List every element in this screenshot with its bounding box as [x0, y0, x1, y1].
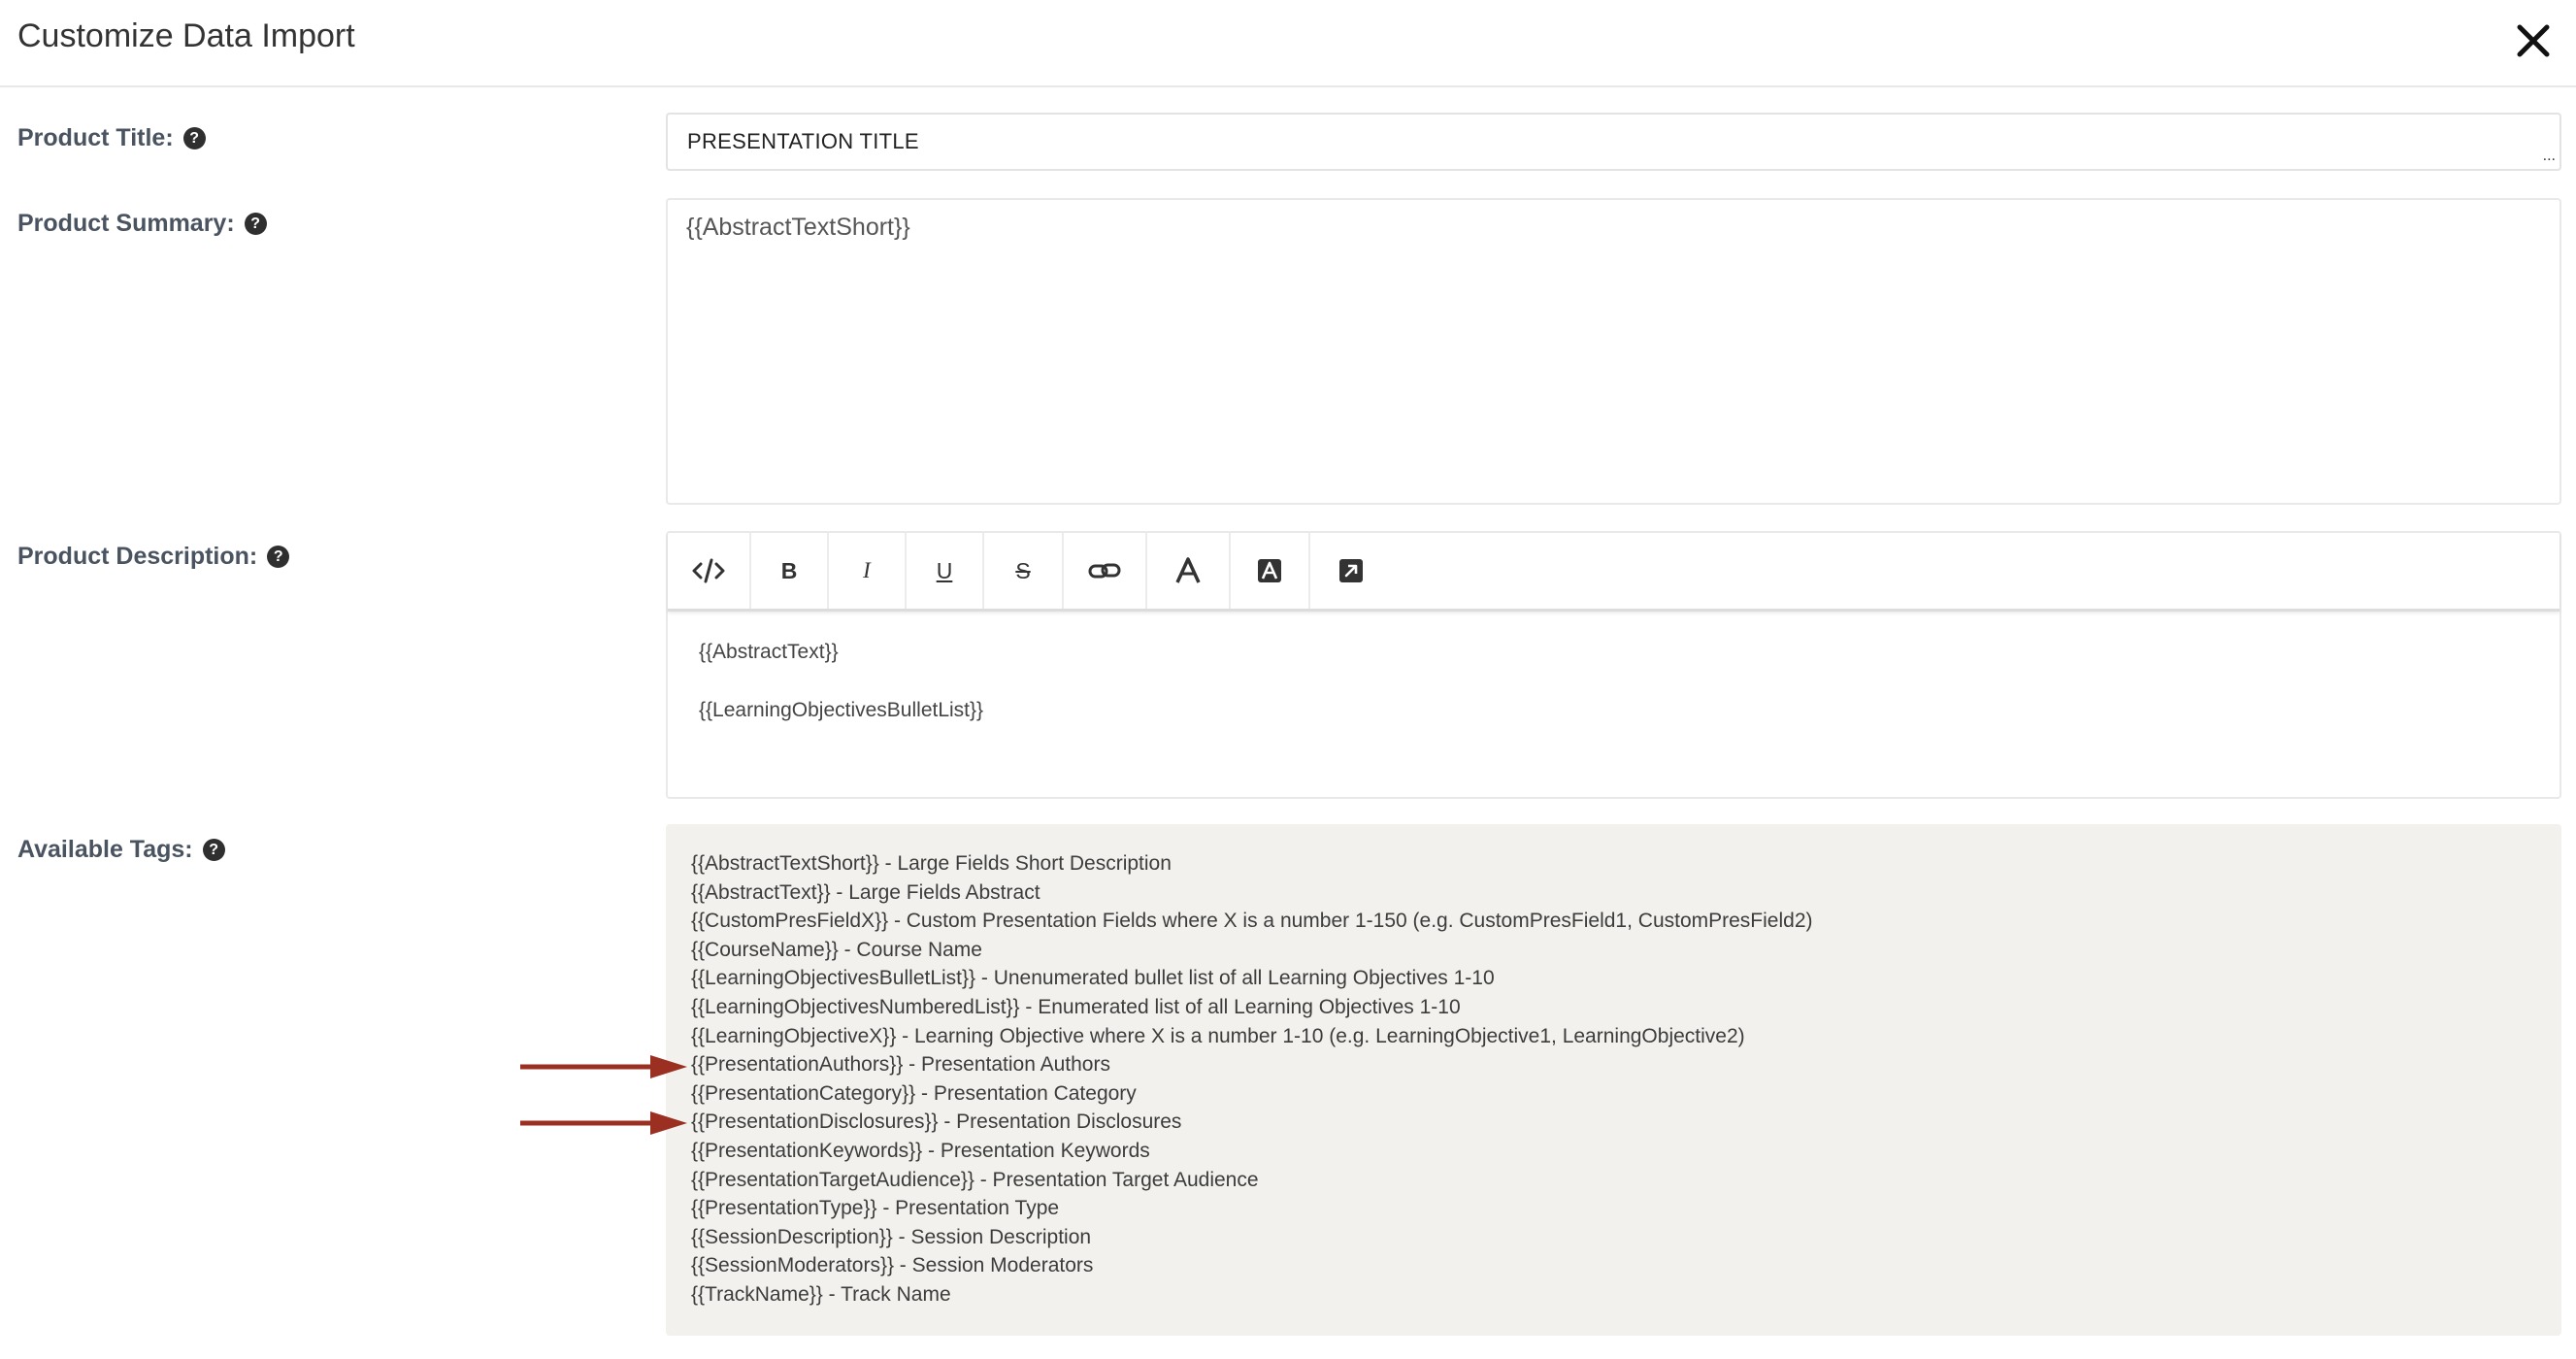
expand-button[interactable] — [1310, 533, 1392, 609]
font-color-button[interactable] — [1147, 533, 1231, 609]
underline-button[interactable]: U — [907, 533, 984, 609]
close-button[interactable] — [2514, 21, 2553, 60]
product-title-input[interactable]: PRESENTATION TITLE ... — [666, 113, 2561, 171]
editor-toolbar: B I U S — [668, 533, 2559, 612]
strikethrough-button[interactable]: S — [984, 533, 1064, 609]
background-color-icon — [1258, 559, 1281, 582]
product-summary-value: {{AbstractTextShort}} — [686, 214, 910, 241]
product-title-label: Product Title: ? — [17, 124, 206, 152]
annotation-arrow-authors — [520, 1055, 687, 1078]
tag-item: {{SessionDescription}} - Session Descrip… — [691, 1225, 1092, 1248]
tag-item: {{PresentationDisclosures}} - Presentati… — [691, 1110, 1182, 1134]
tag-item: {{LearningObjectivesBulletList}} - Unenu… — [691, 967, 1495, 990]
product-description-label-text: Product Description: — [17, 543, 258, 570]
underline-icon: U — [936, 557, 953, 583]
product-summary-textarea[interactable]: {{AbstractTextShort}} — [666, 198, 2561, 505]
dialog-title: Customize Data Import — [17, 17, 355, 54]
strikethrough-icon: S — [1015, 557, 1031, 583]
editor-line: {{LearningObjectivesBulletList}} — [699, 699, 984, 721]
close-icon — [2517, 24, 2550, 57]
tag-item: {{PresentationType}} - Presentation Type — [691, 1197, 1060, 1220]
tag-item: {{PresentationTargetAudience}} - Present… — [691, 1168, 1259, 1191]
link-button[interactable] — [1064, 533, 1147, 609]
tag-item: {{LearningObjectiveX}} - Learning Object… — [691, 1024, 1745, 1047]
font-color-icon — [1175, 557, 1201, 583]
italic-button[interactable]: I — [829, 533, 907, 609]
available-tags-list: {{AbstractTextShort}} - Large Fields Sho… — [666, 824, 2561, 1336]
italic-icon: I — [863, 558, 871, 582]
tag-item: {{AbstractText}} - Large Fields Abstract — [691, 880, 1040, 904]
product-description-editor: B I U S {{AbstractText}} {{LearningObjec… — [666, 531, 2561, 799]
more-icon[interactable]: ... — [2543, 149, 2556, 164]
product-title-label-text: Product Title: — [17, 124, 174, 151]
available-tags-label-text: Available Tags: — [17, 836, 193, 863]
help-icon[interactable]: ? — [244, 213, 267, 235]
tag-item: {{PresentationCategory}} - Presentation … — [691, 1081, 1137, 1105]
tag-item: {{PresentationAuthors}} - Presentation A… — [691, 1053, 1110, 1077]
dialog-header: Customize Data Import — [0, 0, 2576, 87]
tag-item: {{CustomPresFieldX}} - Custom Presentati… — [691, 910, 1813, 933]
annotation-arrow-disclosures — [520, 1111, 687, 1135]
tag-item: {{CourseName}} - Course Name — [691, 938, 982, 961]
editor-content[interactable]: {{AbstractText}} {{LearningObjectivesBul… — [668, 612, 2559, 786]
product-summary-label: Product Summary: ? — [17, 210, 267, 238]
product-description-label: Product Description: ? — [17, 543, 290, 571]
editor-line: {{AbstractText}} — [699, 641, 839, 663]
tag-item: {{TrackName}} - Track Name — [691, 1282, 951, 1306]
code-icon — [692, 558, 725, 583]
help-icon[interactable]: ? — [267, 546, 290, 568]
help-icon[interactable]: ? — [202, 839, 225, 861]
product-title-value: PRESENTATION TITLE — [687, 129, 919, 153]
expand-icon — [1339, 559, 1363, 582]
tag-item: {{PresentationKeywords}} - Presentation … — [691, 1139, 1150, 1162]
bold-icon: B — [780, 557, 798, 583]
link-icon — [1088, 563, 1121, 579]
help-icon[interactable]: ? — [182, 127, 206, 149]
tag-item: {{LearningObjectivesNumberedList}} - Enu… — [691, 995, 1461, 1018]
code-view-button[interactable] — [668, 533, 751, 609]
product-summary-label-text: Product Summary: — [17, 210, 235, 237]
bold-button[interactable]: B — [751, 533, 829, 609]
tag-item: {{AbstractTextShort}} - Large Fields Sho… — [691, 852, 1172, 875]
available-tags-label: Available Tags: ? — [17, 836, 225, 864]
tag-item: {{SessionModerators}} - Session Moderato… — [691, 1254, 1094, 1277]
background-color-button[interactable] — [1231, 533, 1310, 609]
